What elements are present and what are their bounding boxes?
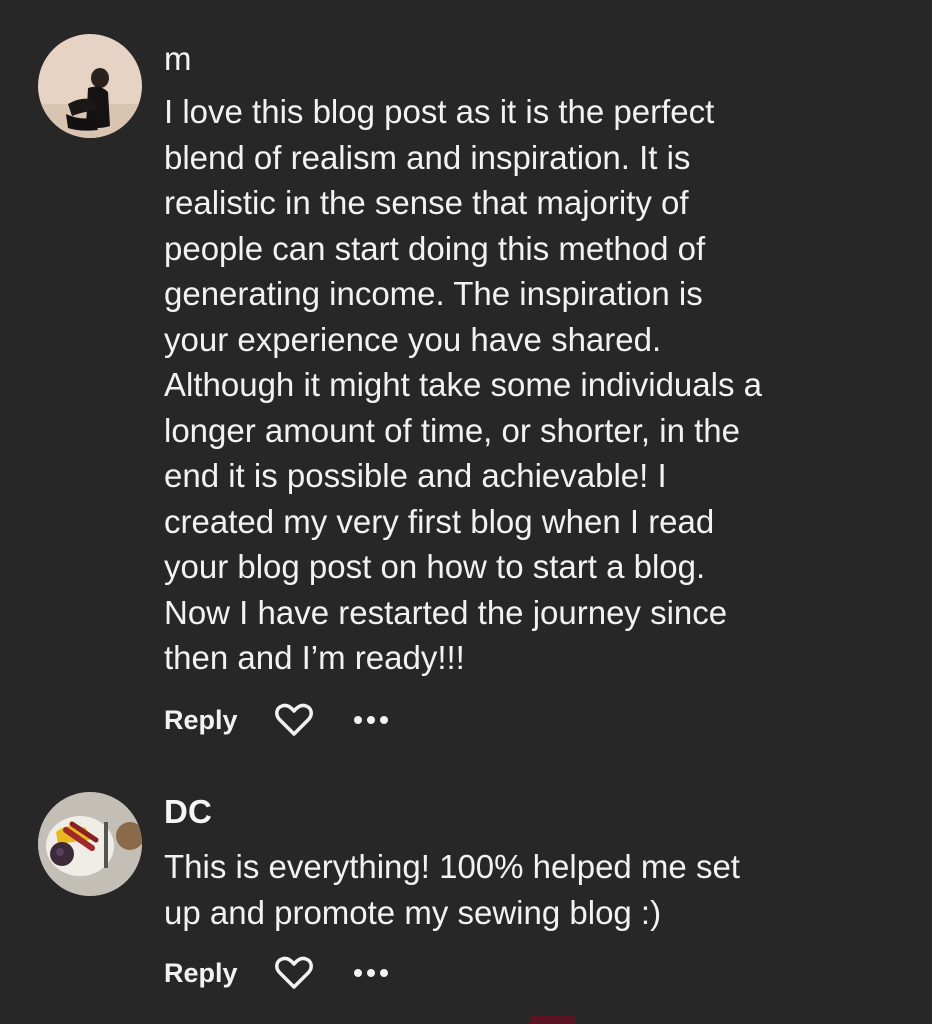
profile-photo-icon (38, 34, 142, 138)
comment-actions: Reply (164, 700, 388, 740)
heart-outline-icon (275, 956, 313, 989)
profile-photo-icon (38, 792, 142, 896)
reply-button[interactable]: Reply (164, 958, 274, 989)
reply-button[interactable]: Reply (164, 705, 274, 736)
comment-actions: Reply (164, 953, 388, 993)
more-options-button[interactable] (354, 700, 388, 740)
comment-author[interactable]: m (164, 40, 192, 78)
heart-outline-icon (275, 703, 313, 736)
like-button[interactable] (274, 700, 320, 740)
avatar[interactable] (38, 792, 142, 896)
comment-author[interactable]: DC (164, 793, 212, 831)
more-dots-icon (354, 716, 362, 724)
like-button[interactable] (274, 953, 320, 993)
comment-text: This is everything! 100% helped me set u… (164, 848, 740, 931)
next-comment-avatar-edge (530, 1016, 576, 1024)
more-options-button[interactable] (354, 953, 388, 993)
comment-text: I love this blog post as it is the perfe… (164, 93, 762, 676)
more-dots-icon (354, 969, 362, 977)
avatar[interactable] (38, 34, 142, 138)
